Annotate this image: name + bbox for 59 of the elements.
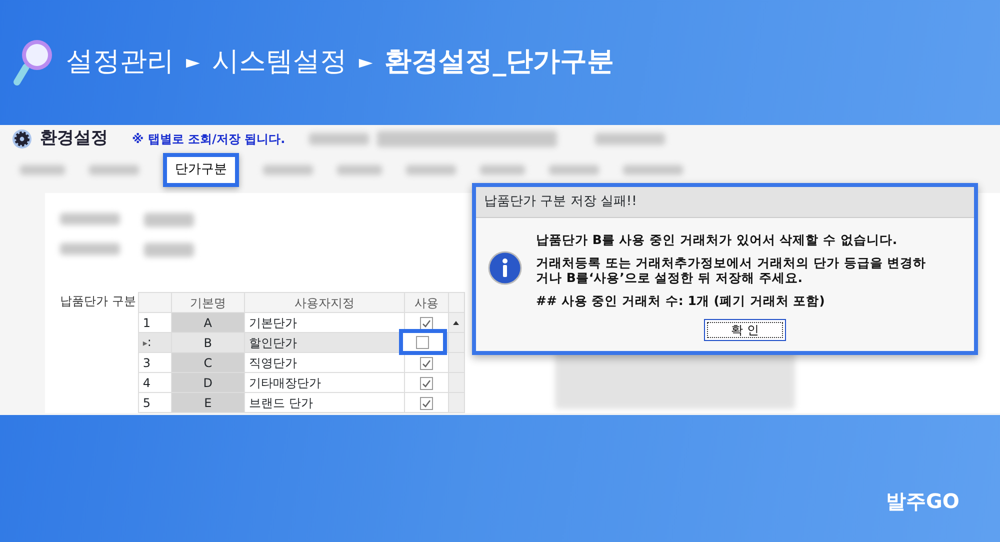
checkbox[interactable] [420, 396, 433, 410]
blurred-block [623, 165, 683, 175]
breadcrumb-current: 환경설정_단가구분 [384, 45, 614, 80]
row-number: 5 [142, 396, 151, 410]
blurred-block [309, 133, 370, 145]
blurred-block [144, 243, 194, 257]
column-header: 기본명 [171, 292, 244, 312]
blurred-block [337, 165, 382, 175]
cell-text: E [204, 396, 212, 410]
cell-text: B [204, 336, 212, 350]
blurred-block [144, 213, 194, 227]
blurred-block [406, 165, 456, 175]
breadcrumb-separator: ► [358, 51, 373, 75]
cell-text: A [204, 316, 212, 330]
cell-text: D [203, 376, 213, 390]
grid-row[interactable]: 4 D 기타매장단가 [138, 372, 464, 392]
blurred-block [89, 165, 139, 175]
column-header: 사용자지정 [244, 292, 404, 312]
checkbox[interactable] [420, 376, 433, 390]
cell-text: 직영단가 [248, 356, 297, 370]
grid-row[interactable]: 3 C 직영단가 [138, 352, 464, 372]
grid-label: 납품단가 구분 [59, 293, 137, 310]
cell-text: 기타매장단가 [248, 376, 321, 390]
message-text: ## 사용 중인 거래처 수: 1개 (폐기 거래처 포함) [536, 293, 826, 308]
checkbox[interactable] [420, 316, 433, 330]
message-text: 거래처등록 또는 거래처추가정보에서 거래처의 단가 등급을 변경하거나 B를‘사용’으로 설정한 뒤 저장해 주세요. [536, 255, 928, 286]
row-number: 1 [142, 316, 151, 330]
cell-text: C [204, 356, 212, 370]
row-pointer-icon: ▸ [142, 339, 148, 350]
grid-row[interactable]: 5 E 브랜드 단가 [138, 392, 464, 412]
breadcrumb-separator: ► [186, 51, 200, 75]
checkbox[interactable] [416, 336, 430, 348]
row-number: 3 [142, 356, 151, 370]
column-header: 사용 [404, 292, 449, 312]
blurred-block [60, 213, 120, 225]
cell-text: 할인단가 [248, 336, 297, 350]
checkbox[interactable] [420, 356, 433, 370]
notice-text: ※ 탭별로 조회/저장 됩니다. [132, 131, 286, 148]
row-number: : [147, 335, 152, 350]
breadcrumb-item[interactable]: 설정관리 [66, 42, 174, 83]
blurred-block [549, 165, 599, 175]
message-text: 납품단가 B를 사용 중인 거래처가 있어서 삭제할 수 없습니다. [536, 232, 898, 248]
grid-row[interactable]: ▸: B 할인단가 [138, 332, 464, 352]
gear-icon [12, 129, 32, 149]
blurred-block [480, 165, 525, 175]
window-title: 환경설정 [40, 127, 108, 150]
blurred-block [60, 243, 120, 255]
tab[interactable]: 단가구분 [163, 153, 239, 187]
cell-text: 브랜드 단가 [248, 396, 313, 410]
row-number: 4 [142, 376, 151, 390]
cell-text: 기본단가 [248, 316, 297, 330]
info-icon [488, 251, 522, 286]
logo: 발주GO [886, 488, 960, 515]
dialog-title: 납품단가 구분 저장 실패!! [476, 187, 974, 218]
breadcrumb-item[interactable]: 시스템설정 [212, 42, 347, 83]
ok-button[interactable]: 확 인 [704, 319, 786, 341]
blurred-block [595, 133, 666, 145]
blurred-block [20, 165, 65, 175]
blurred-block [263, 165, 313, 175]
